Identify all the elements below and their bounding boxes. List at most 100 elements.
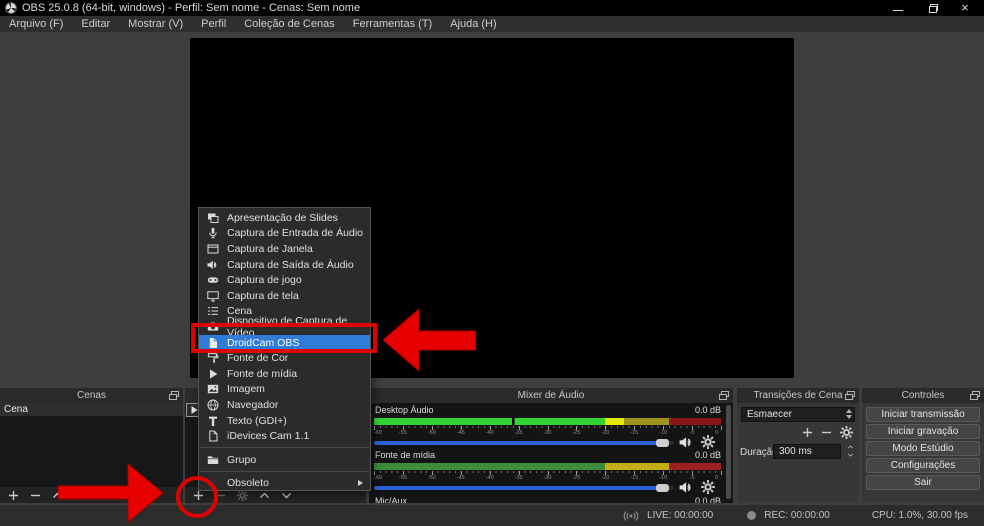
settings-button[interactable]: Configurações: [866, 458, 980, 473]
start-recording-button[interactable]: Iniciar gravação: [866, 424, 980, 439]
scenes-dock-header: Cenas: [0, 388, 183, 403]
transitions-dock: Transições de Cena Esmaecer Duração 300 …: [737, 388, 859, 503]
menu-item-deprecated[interactable]: Obsoleto: [199, 476, 370, 492]
menu-item-text-gdi[interactable]: Texto (GDI+): [199, 413, 370, 429]
popout-icon[interactable]: [970, 391, 980, 400]
gamepad-icon: [207, 277, 219, 283]
globe-icon: [207, 399, 219, 411]
menu-item-audio-input-capture[interactable]: Captura de Entrada de Áudio: [199, 226, 370, 242]
menu-colecao-de-cenas[interactable]: Coleção de Cenas: [235, 16, 344, 32]
source-down-button[interactable]: [281, 490, 292, 501]
menu-item-group[interactable]: Grupo: [199, 452, 370, 468]
title-bar: OBS 25.0.8 (64-bit, windows) - Perfil: S…: [0, 0, 984, 16]
add-transition-button[interactable]: [802, 427, 813, 438]
add-scene-button[interactable]: [8, 490, 19, 501]
scene-list-icon: [208, 307, 218, 316]
restore-button[interactable]: [918, 0, 948, 16]
channel-settings-gear-icon[interactable]: [701, 435, 715, 449]
mixer-channel-media-source: Fonte de mídia 0.0 dB -60 -55 -50 -45 -40 -35…: [369, 450, 724, 495]
volume-slider[interactable]: [374, 439, 674, 447]
channel-name: Desktop Áudio: [375, 405, 434, 415]
popout-icon[interactable]: [169, 391, 179, 400]
text-icon: [209, 416, 217, 426]
menu-item-game-capture[interactable]: Captura de jogo: [199, 272, 370, 288]
exit-button[interactable]: Sair: [866, 475, 980, 490]
menu-item-color-source[interactable]: Fonte de Cor: [199, 350, 370, 366]
remove-source-button[interactable]: [215, 490, 226, 501]
menu-item-media-source[interactable]: Fonte de mídia: [199, 366, 370, 382]
menu-bar: Arquivo (F) Editar Mostrar (V) Perfil Co…: [0, 16, 984, 32]
file-icon: [209, 430, 218, 442]
channel-name: Mic/Aux: [375, 496, 408, 503]
mixer-dock-title: Mixer de Áudio: [517, 390, 585, 401]
volume-slider-handle[interactable]: [656, 439, 669, 447]
duration-input[interactable]: 300 ms: [773, 444, 841, 459]
restore-icon: [929, 4, 938, 13]
close-button[interactable]: ×: [950, 0, 980, 16]
volume-slider-handle[interactable]: [656, 484, 669, 492]
menu-mostrar[interactable]: Mostrar (V): [119, 16, 192, 32]
menu-item-video-capture-device[interactable]: Dispositivo de Captura de Vídeo: [199, 315, 370, 339]
menu-ajuda[interactable]: Ajuda (H): [441, 16, 505, 32]
duration-spinner-icon[interactable]: [846, 444, 855, 458]
channel-settings-gear-icon[interactable]: [701, 480, 715, 494]
transitions-dock-header: Transições de Cena: [737, 388, 859, 403]
window-title: OBS 25.0.8 (64-bit, windows) - Perfil: S…: [22, 2, 361, 14]
scene-up-button[interactable]: [52, 490, 63, 501]
menu-ferramentas[interactable]: Ferramentas (T): [344, 16, 441, 32]
combo-spinner-icon: [846, 409, 852, 419]
menu-item-display-capture[interactable]: Captura de tela: [199, 288, 370, 304]
menu-item-audio-output-capture[interactable]: Captura de Saída de Áudio: [199, 257, 370, 273]
add-source-menu: Apresentação de Slides Captura de Entrad…: [198, 207, 371, 491]
slideshow-icon: [208, 213, 219, 223]
transition-select[interactable]: Esmaecer: [741, 407, 855, 422]
transition-settings-gear-icon[interactable]: [840, 426, 853, 439]
menu-item-window-capture[interactable]: Captura de Janela: [199, 241, 370, 257]
popout-icon[interactable]: [719, 391, 729, 400]
menu-arquivo[interactable]: Arquivo (F): [0, 16, 72, 32]
remove-scene-button[interactable]: [30, 490, 41, 501]
add-source-button[interactable]: [193, 490, 204, 501]
minimize-button[interactable]: [883, 0, 913, 16]
start-streaming-button[interactable]: Iniciar transmissão: [866, 407, 980, 422]
menu-editar[interactable]: Editar: [72, 16, 119, 32]
menu-item-droidcam-obs[interactable]: DroidCam OBS: [199, 334, 370, 351]
remove-transition-button[interactable]: [821, 427, 832, 438]
menu-separator: [200, 446, 369, 449]
mixer-channel-desktop-audio: Desktop Áudio 0.0 dB -60 -55 -50 -45 -40 -35-…: [369, 405, 724, 450]
folder-icon: [207, 456, 219, 464]
minimize-icon: [893, 10, 903, 11]
status-bar: LIVE: 00:00:00 REC: 00:00:00 CPU: 1.0%, …: [0, 505, 984, 526]
image-icon: [207, 385, 219, 394]
menu-item-browser[interactable]: Navegador: [199, 397, 370, 413]
mixer-scrollbar[interactable]: [726, 405, 731, 499]
menu-separator: [200, 470, 369, 473]
mute-speaker-icon[interactable]: [679, 480, 694, 495]
live-time: LIVE: 00:00:00: [647, 510, 714, 521]
display-icon: [207, 291, 219, 302]
meter-scale: -60 -55 -50 -45 -40 -35 -30 -25 -20 -15 -10 -5 0: [374, 471, 722, 481]
scene-down-button[interactable]: [74, 490, 85, 501]
obs-window: OBS 25.0.8 (64-bit, windows) - Perfil: S…: [0, 0, 984, 526]
microphone-icon: [209, 228, 217, 239]
menu-item-idevices-cam[interactable]: iDevices Cam 1.1: [199, 428, 370, 444]
controls-dock-title: Controles: [901, 390, 945, 401]
scenes-dock: Cenas Cena: [0, 388, 183, 503]
menu-perfil[interactable]: Perfil: [192, 16, 235, 32]
channel-db-value: 0.0 dB: [694, 405, 721, 415]
volume-slider[interactable]: [374, 484, 674, 492]
controls-dock-header: Controles: [862, 388, 984, 403]
popout-icon[interactable]: [845, 391, 855, 400]
scene-list-item[interactable]: Cena: [0, 403, 183, 416]
transition-selected-value: Esmaecer: [747, 409, 793, 420]
obs-logo-icon: [5, 2, 17, 14]
file-icon: [209, 337, 217, 348]
mute-speaker-icon[interactable]: [679, 435, 694, 450]
source-up-button[interactable]: [259, 490, 270, 501]
studio-mode-button[interactable]: Modo Estúdio: [866, 441, 980, 456]
source-properties-gear-icon[interactable]: [237, 490, 248, 501]
channel-db-value: 0.0 dB: [694, 496, 721, 503]
menu-item-image[interactable]: Imagem: [199, 382, 370, 398]
volume-meter: [374, 418, 721, 425]
menu-item-slideshow[interactable]: Apresentação de Slides: [199, 210, 370, 226]
